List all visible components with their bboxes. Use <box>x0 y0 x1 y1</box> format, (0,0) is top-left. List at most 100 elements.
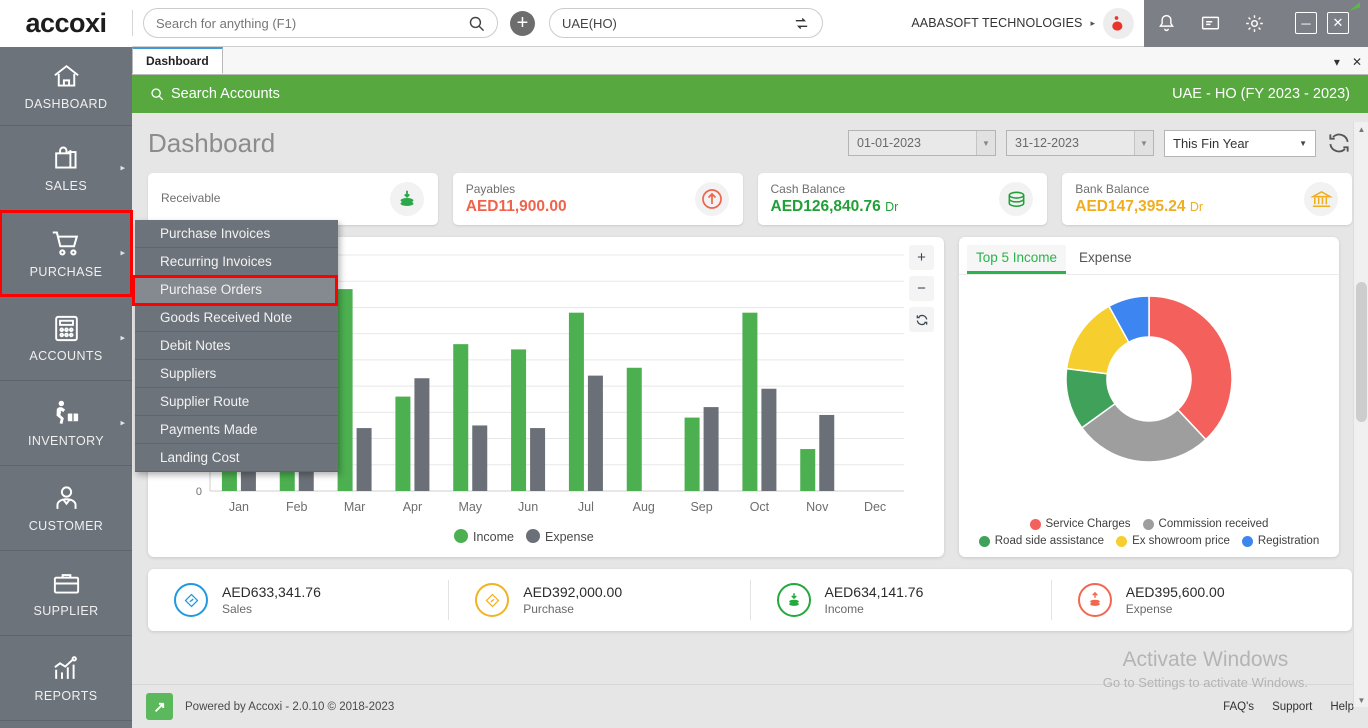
bar-income-mar[interactable] <box>338 289 353 491</box>
avatar[interactable] <box>1103 8 1134 39</box>
legend-item-ex-showroom-price[interactable]: Ex showroom price <box>1116 535 1230 547</box>
chevron-right-icon[interactable]: ▸ <box>120 333 125 344</box>
scroll-up-arrow-icon[interactable]: ▲ <box>1354 122 1368 136</box>
sidebar-item-reports[interactable]: REPORTS <box>0 636 132 721</box>
chevron-down-icon[interactable]: ▼ <box>976 131 995 155</box>
footer-link-help[interactable]: Help <box>1330 701 1354 713</box>
tab-expense[interactable]: Expense <box>1070 245 1141 274</box>
tab-close-icon[interactable]: ✕ <box>1352 55 1362 69</box>
bar-income-aug[interactable] <box>627 368 642 491</box>
chevron-down-icon[interactable]: ▼ <box>1299 139 1307 148</box>
tab-dashboard[interactable]: Dashboard <box>132 47 223 74</box>
menu-item-payments-made[interactable]: Payments Made <box>135 416 338 444</box>
chart-reset-button[interactable] <box>909 307 934 332</box>
sidebar-item-label: CUSTOMER <box>29 519 104 533</box>
scroll-down-arrow-icon[interactable]: ▼ <box>1354 693 1368 707</box>
kpi-card-cash-balance[interactable]: Cash Balance AED126,840.76 Dr <box>758 173 1048 225</box>
bar-expense-mar[interactable] <box>357 428 372 491</box>
add-new-button[interactable]: + <box>510 11 535 36</box>
menu-item-landing-cost[interactable]: Landing Cost <box>135 444 338 472</box>
bar-income-oct[interactable] <box>742 313 757 491</box>
menu-item-purchase-orders[interactable]: Purchase Orders <box>135 276 338 304</box>
bell-icon[interactable] <box>1156 13 1177 34</box>
bar-expense-jul[interactable] <box>588 376 603 491</box>
refresh-button[interactable] <box>1326 130 1352 156</box>
x-axis-tick-label: Nov <box>806 500 829 514</box>
date-from-field[interactable]: 01-01-2023 ▼ <box>848 130 996 156</box>
bar-expense-oct[interactable] <box>761 389 776 491</box>
menu-item-debit-notes[interactable]: Debit Notes <box>135 332 338 360</box>
chevron-right-icon[interactable]: ▸ <box>1090 18 1095 29</box>
menu-item-goods-received-note[interactable]: Goods Received Note <box>135 304 338 332</box>
bar-income-jul[interactable] <box>569 313 584 491</box>
legend-item-road-side-assistance[interactable]: Road side assistance <box>979 535 1104 547</box>
income-coins-icon <box>785 591 803 609</box>
tab-strip: Dashboard ▾ ✕ <box>132 47 1368 75</box>
legend-item-commission-received[interactable]: Commission received <box>1143 518 1269 530</box>
chevron-right-icon[interactable]: ▸ <box>120 248 125 259</box>
chart-zoom-in-button[interactable]: + <box>909 245 934 270</box>
chevron-right-icon[interactable]: ▸ <box>120 163 125 174</box>
chevron-down-icon[interactable]: ▼ <box>1134 131 1153 155</box>
menu-item-recurring-invoices[interactable]: Recurring Invoices <box>135 248 338 276</box>
kpi-card-receivable[interactable]: Receivable <box>148 173 438 225</box>
context-label: UAE - HO (FY 2023 - 2023) <box>1172 86 1350 102</box>
sidebar-item-label: DASHBOARD <box>25 97 108 111</box>
sidebar-item-customer[interactable]: CUSTOMER <box>0 466 132 551</box>
summary-card-purchase[interactable]: AED392,000.00 Purchase <box>448 580 749 620</box>
bar-expense-may[interactable] <box>472 425 487 491</box>
date-to-field[interactable]: 31-12-2023 ▼ <box>1006 130 1154 156</box>
bar-expense-jun[interactable] <box>530 428 545 491</box>
tab-list-caret-icon[interactable]: ▾ <box>1334 55 1340 69</box>
bar-income-apr[interactable] <box>395 397 410 491</box>
bank-icon <box>1310 188 1333 211</box>
bar-income-jun[interactable] <box>511 349 526 491</box>
vertical-scrollbar[interactable]: ▲ ▼ <box>1353 122 1368 707</box>
sidebar-item-supplier[interactable]: SUPPLIER <box>0 551 132 636</box>
menu-item-purchase-invoices[interactable]: Purchase Invoices <box>135 220 338 248</box>
legend-label: Ex showroom price <box>1132 535 1230 547</box>
menu-item-supplier-route[interactable]: Supplier Route <box>135 388 338 416</box>
scrollbar-thumb[interactable] <box>1356 282 1367 422</box>
sidebar-item-purchase[interactable]: PURCHASE ▸ <box>0 211 132 296</box>
bar-income-may[interactable] <box>453 344 468 491</box>
minimize-button[interactable]: ─ <box>1295 12 1317 34</box>
search-input[interactable] <box>156 16 468 31</box>
kpi-card-bank-balance[interactable]: Bank Balance AED147,395.24 Dr <box>1062 173 1352 225</box>
bar-income-nov[interactable] <box>800 449 815 491</box>
footer-link-support[interactable]: Support <box>1272 701 1312 713</box>
branch-selector[interactable]: UAE(HO) <box>549 8 823 38</box>
bar-expense-apr[interactable] <box>414 378 429 491</box>
x-axis-tick-label: Feb <box>286 500 308 514</box>
close-button[interactable]: ✕ <box>1327 12 1349 34</box>
summary-card-expense[interactable]: AED395,600.00 Expense <box>1051 580 1352 620</box>
kpi-card-payables[interactable]: Payables AED11,900.00 <box>453 173 743 225</box>
tab-top-5-income[interactable]: Top 5 Income <box>967 245 1066 274</box>
legend-label: Road side assistance <box>995 535 1104 547</box>
summary-card-sales[interactable]: AED633,341.76 Sales <box>148 580 448 620</box>
menu-item-suppliers[interactable]: Suppliers <box>135 360 338 388</box>
sidebar-item-accounts[interactable]: ACCOUNTS ▸ <box>0 296 132 381</box>
chevron-right-icon[interactable]: ▸ <box>120 418 125 429</box>
bar-income-sep[interactable] <box>685 418 700 491</box>
sidebar-item-sales[interactable]: SALES ▸ <box>0 126 132 211</box>
sidebar-item-inventory[interactable]: INVENTORY ▸ <box>0 381 132 466</box>
global-search[interactable] <box>143 8 498 38</box>
legend-item-registration[interactable]: Registration <box>1242 535 1319 547</box>
search-icon[interactable] <box>468 15 485 32</box>
chart-zoom-out-button[interactable]: − <box>909 276 934 301</box>
company-area[interactable]: AABASOFT TECHNOLOGIES ▸ <box>911 8 1144 39</box>
bar-expense-sep[interactable] <box>704 407 719 491</box>
kpi-icon <box>390 182 424 216</box>
footer-link-faqs[interactable]: FAQ's <box>1223 701 1254 713</box>
sidebar-item-dashboard[interactable]: DASHBOARD <box>0 47 132 126</box>
search-accounts-button[interactable]: Search Accounts <box>150 86 280 102</box>
bar-expense-nov[interactable] <box>819 415 834 491</box>
period-select[interactable]: This Fin Year ▼ <box>1164 130 1316 157</box>
donut-slice-service-charges[interactable] <box>1149 296 1232 440</box>
summary-card-income[interactable]: AED634,141.76 Income <box>750 580 1051 620</box>
gear-icon[interactable] <box>1244 13 1265 34</box>
legend-item-service-charges[interactable]: Service Charges <box>1030 518 1131 530</box>
switch-branch-icon[interactable] <box>793 15 810 32</box>
message-icon[interactable] <box>1200 13 1221 34</box>
